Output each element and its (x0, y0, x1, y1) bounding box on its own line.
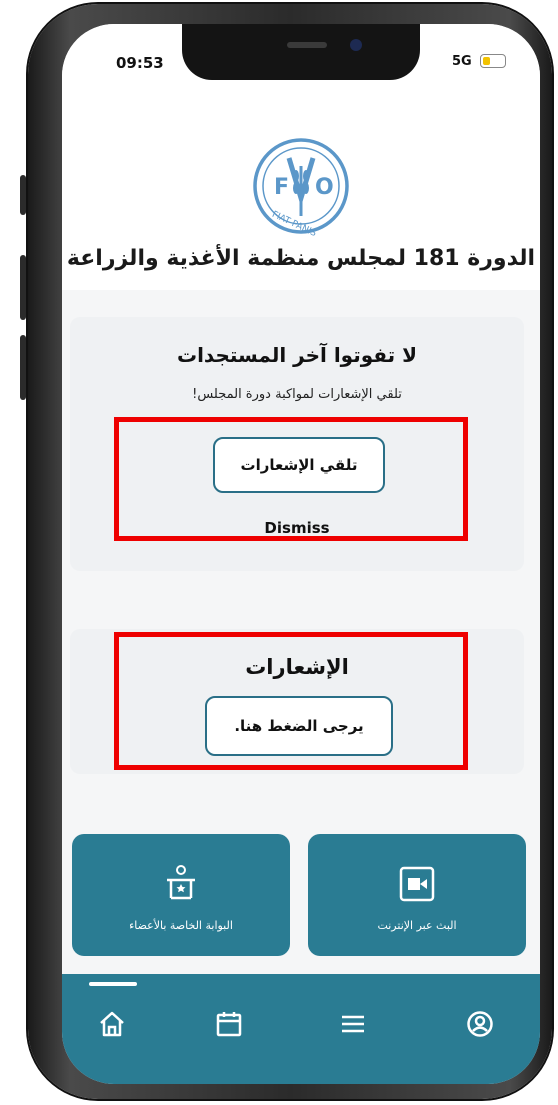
bottom-nav (62, 974, 540, 1084)
page-title: الدورة 181 لمجلس منظمة الأغذية والزراعة (66, 246, 536, 271)
highlight-box-notify (114, 417, 468, 541)
notify-card-heading: لا تفوتوا آخر المستجدات (176, 343, 418, 367)
mute-switch (20, 175, 26, 215)
nav-menu[interactable] (333, 1004, 373, 1044)
app-screen: 09:53 5G F O FIAT PANIS الدورة 181 لمجلس… (62, 24, 540, 1084)
battery-icon (480, 54, 506, 68)
nav-calendar[interactable] (209, 1004, 249, 1044)
device-notch (182, 24, 420, 80)
fao-logo: F O FIAT PANIS (253, 138, 349, 236)
svg-text:O: O (315, 175, 334, 200)
calendar-icon (216, 1012, 242, 1037)
nav-home[interactable] (92, 1004, 132, 1044)
video-icon (399, 866, 435, 902)
camera-dot (350, 39, 362, 51)
menu-icon (342, 1015, 364, 1033)
app-header: F O FIAT PANIS الدورة 181 لمجلس منظمة ال… (62, 94, 540, 290)
home-icon (100, 1011, 124, 1037)
volume-down-button (20, 335, 26, 400)
status-time: 09:53 (116, 54, 164, 72)
notify-card-subtitle: تلقي الإشعارات لمواكبة دورة المجلس! (192, 387, 402, 402)
highlight-box-notifications (114, 632, 468, 770)
volume-up-button (20, 255, 26, 320)
profile-icon (467, 1011, 493, 1037)
members-portal-label: البوابة الخاصة بالأعضاء (129, 919, 233, 932)
nav-active-indicator (89, 982, 137, 986)
speaker-grille (287, 42, 327, 48)
svg-text:F: F (274, 175, 289, 200)
network-indicator: 5G (452, 54, 472, 69)
nav-profile[interactable] (460, 1004, 500, 1044)
podium-icon (167, 865, 195, 900)
members-portal-tile[interactable]: البوابة الخاصة بالأعضاء (72, 834, 290, 956)
webcast-label: البث عبر الإنترنت (377, 919, 457, 932)
webcast-tile[interactable]: البث عبر الإنترنت (308, 834, 526, 956)
